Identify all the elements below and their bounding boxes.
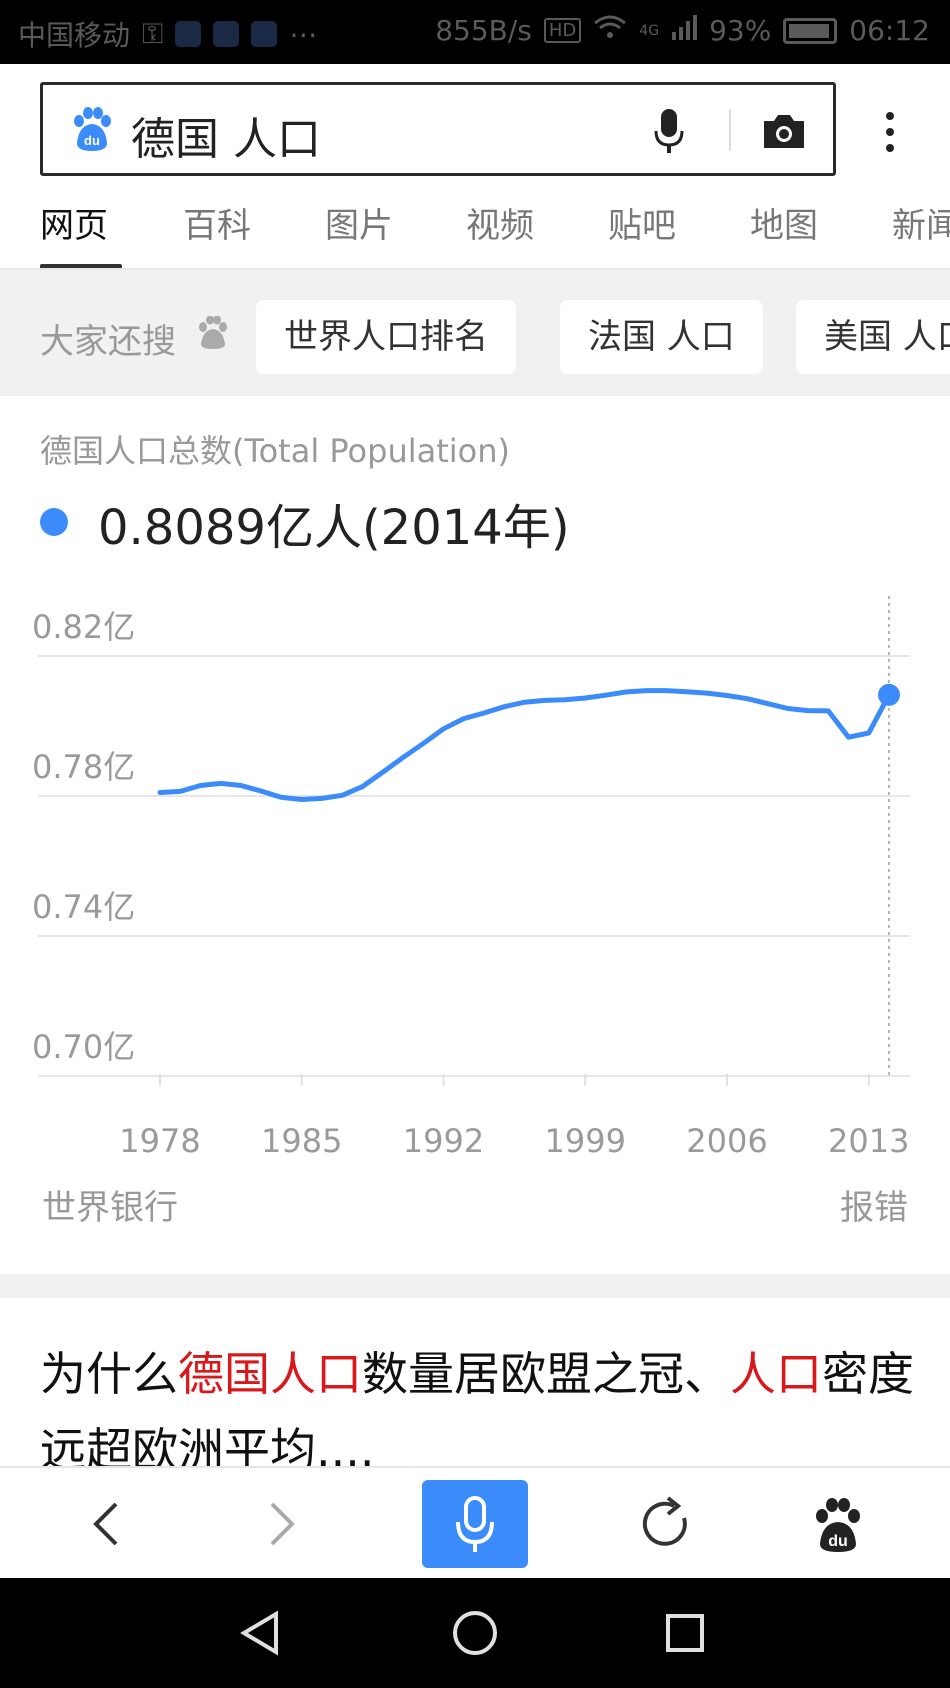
baidu-icon[interactable]: du (788, 1468, 888, 1580)
camera-icon[interactable] (761, 111, 807, 151)
related-chip[interactable]: 法国 人口 (560, 300, 763, 374)
card-title: 德国人口总数(Total Population) (40, 432, 511, 470)
related-searches: 大家还搜 世界人口排名 法国 人口 美国 人口 (0, 270, 950, 396)
title-text: 为什么 (40, 1347, 178, 1401)
forward-icon[interactable] (232, 1468, 332, 1580)
highlighted-keyword: 人口 (730, 1347, 822, 1401)
tab-maps[interactable]: 地图 (750, 198, 818, 247)
baidu-paw-icon (199, 316, 227, 349)
system-nav-bar (0, 1578, 950, 1688)
browser-toolbar: du (0, 1466, 950, 1578)
tab-tieba[interactable]: 贴吧 (608, 198, 676, 247)
y-tick-label: 0.78亿 (32, 748, 135, 786)
section-separator (0, 1274, 950, 1298)
related-chip[interactable]: 世界人口排名 (256, 300, 516, 374)
data-source[interactable]: 世界银行 (42, 1180, 178, 1229)
x-tick-label: 1999 (545, 1122, 626, 1156)
wifi-icon (593, 14, 627, 47)
key-icon: ⚿ (142, 17, 164, 50)
tab-images[interactable]: 图片 (325, 198, 393, 247)
battery-icon (783, 17, 838, 44)
population-card[interactable]: 德国人口总数(Total Population) 0.8089亿人(2014年)… (0, 396, 950, 1274)
status-bar: 中国移动 ⚿ ⋯ 855B/s HD 4G 93% 06:12 (0, 0, 950, 64)
baidu-logo-icon: du (74, 107, 111, 151)
carrier-text: 中国移动 (18, 19, 131, 52)
notification-app-icon-3 (251, 21, 278, 47)
y-tick-label: 0.74亿 (32, 888, 135, 926)
tab-videos[interactable]: 视频 (466, 198, 534, 247)
more-menu-icon[interactable] (878, 110, 902, 154)
svg-text:du: du (828, 1533, 848, 1550)
tab-web[interactable]: 网页 (40, 198, 108, 247)
population-line-chart[interactable]: 0.82亿 0.78亿 0.74亿 0.70亿 1978 1985 1992 1999 2006… (0, 576, 950, 1156)
notification-app-icon (175, 21, 202, 47)
voice-search-button[interactable] (422, 1480, 528, 1568)
title-text: 数量居欧盟之冠、 (362, 1347, 730, 1401)
x-tick-label: 1992 (403, 1122, 484, 1156)
hd-badge: HD (543, 18, 582, 43)
notification-more-icon: ⋯ (289, 17, 318, 51)
network-speed: 855B/s (435, 14, 532, 47)
related-searches-label: 大家还搜 (40, 322, 176, 362)
x-tick-label: 2013 (828, 1122, 909, 1156)
y-tick-label: 0.70亿 (32, 1028, 135, 1066)
related-chip[interactable]: 美国 人口 (796, 300, 950, 374)
active-tab-indicator (40, 264, 122, 268)
recents-square-icon[interactable] (660, 1608, 710, 1658)
x-tick-label: 1978 (119, 1122, 200, 1156)
network-type: 4G (639, 22, 660, 39)
population-value: 0.8089亿人(2014年) (98, 500, 570, 556)
clock: 06:12 (849, 14, 930, 47)
search-query-text[interactable]: 德国 人口 (131, 103, 321, 167)
signal-icon (671, 14, 698, 47)
search-tabs: 网页 百科 图片 视频 贴吧 地图 新闻 (0, 192, 950, 270)
back-icon[interactable] (56, 1468, 156, 1580)
battery-percent: 93% (709, 14, 772, 47)
report-error-link[interactable]: 报错 (840, 1180, 908, 1229)
notification-app-icon-2 (213, 21, 240, 47)
home-circle-icon[interactable] (450, 1608, 500, 1658)
x-tick-label: 1985 (261, 1122, 342, 1156)
tab-news[interactable]: 新闻 (892, 198, 950, 247)
legend-dot (40, 508, 68, 536)
refresh-icon[interactable] (616, 1468, 716, 1580)
svg-text:du: du (84, 133, 100, 148)
microphone-icon[interactable] (653, 107, 685, 155)
microphone-icon (456, 1496, 494, 1552)
y-tick-label: 0.82亿 (32, 608, 135, 646)
x-tick-label: 2006 (686, 1122, 767, 1156)
search-divider (729, 109, 731, 151)
highlighted-data-point (878, 683, 900, 706)
tab-baike[interactable]: 百科 (183, 198, 251, 247)
back-triangle-icon[interactable] (236, 1608, 286, 1658)
series-line (157, 688, 892, 802)
search-box[interactable]: du 德国 人口 (40, 82, 836, 176)
highlighted-keyword: 德国人口 (178, 1347, 362, 1401)
